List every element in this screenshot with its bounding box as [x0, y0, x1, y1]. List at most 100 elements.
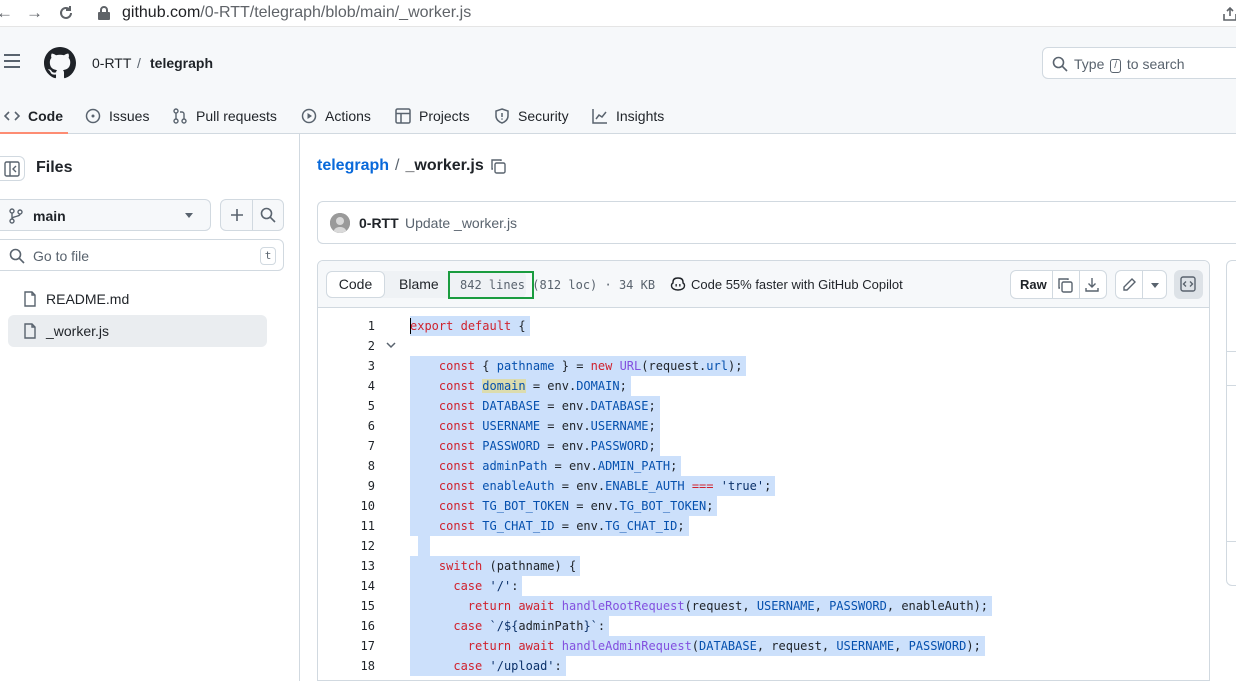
- tab-issues[interactable]: Issues: [85, 97, 149, 134]
- file-icon: [24, 323, 36, 339]
- annotation-highlight-box: [448, 271, 534, 299]
- fold-chevron-icon[interactable]: [386, 342, 396, 350]
- branch-selector[interactable]: main: [0, 199, 211, 231]
- file-tree-item-worker[interactable]: _worker.js: [8, 315, 267, 347]
- tab-code[interactable]: Code: [4, 97, 63, 134]
- branch-name: main: [33, 208, 66, 224]
- chevron-down-icon[interactable]: [1151, 283, 1159, 288]
- code-line: 9 const enableAuth = env.ENABLE_AUTH ===…: [318, 476, 1209, 496]
- code-lines[interactable]: 1export default { 2 async fetch(request,…: [318, 308, 1209, 680]
- code-line: 2 async fetch(request, env) {: [318, 336, 1209, 396]
- code-line: 13 switch (pathname) {: [318, 556, 1209, 576]
- breadcrumb-repo-link[interactable]: telegraph: [317, 157, 389, 175]
- repo-header: 0-RTT / telegraph Type / to search Code …: [0, 27, 1236, 134]
- code-line: 1 export default {: [318, 316, 1209, 336]
- search-icon: [1052, 56, 1068, 72]
- play-icon: [301, 108, 317, 123]
- code-icon: [4, 110, 20, 121]
- collapse-sidebar-button[interactable]: [0, 156, 25, 181]
- code-line: 4 const domain = env.DOMAIN;: [318, 376, 1209, 396]
- avatar[interactable]: [330, 213, 350, 233]
- code-square-icon: [1180, 276, 1196, 292]
- search-placeholder: Type / to search: [1074, 56, 1185, 73]
- code-line: 5 const DATABASE = env.DATABASE;: [318, 396, 1209, 416]
- code-line: 14 case '/':: [318, 576, 1209, 596]
- avatar-image-icon: [330, 213, 350, 233]
- plus-icon[interactable]: [229, 207, 245, 223]
- github-logo-icon[interactable]: [44, 47, 76, 79]
- symbols-panel-button[interactable]: [1174, 270, 1203, 299]
- file-tree-item-label: _worker.js: [46, 323, 110, 339]
- file-breadcrumb: telegraph / _worker.js: [317, 157, 506, 175]
- pull-request-icon: [173, 107, 187, 124]
- code-line: 8 const adminPath = env.ADMIN_PATH;: [318, 456, 1209, 476]
- code-line: 17 return await handleAdminRequest(DATAB…: [318, 636, 1209, 656]
- copy-path-icon[interactable]: [490, 158, 506, 174]
- breadcrumb-file-name: _worker.js: [405, 157, 484, 174]
- branch-icon: [9, 208, 23, 224]
- browser-address-bar: ← → github.com/0-RTT/telegraph/blob/main…: [0, 0, 1236, 27]
- search-icon[interactable]: [260, 207, 276, 223]
- chevron-down-icon: [185, 213, 193, 218]
- go-to-file-shortcut: t: [260, 247, 276, 265]
- menu-icon[interactable]: [4, 54, 20, 68]
- code-line: 11 const TG_CHAT_ID = env.TG_CHAT_ID;: [318, 516, 1209, 536]
- file-tree-item-readme[interactable]: README.md: [8, 283, 267, 315]
- code-line: 7 const PASSWORD = env.PASSWORD;: [318, 436, 1209, 456]
- issue-icon: [85, 108, 101, 123]
- shield-icon: [495, 107, 509, 124]
- file-actions-group: [220, 199, 284, 231]
- blame-view-button[interactable]: Blame: [399, 276, 439, 292]
- back-icon[interactable]: ←: [0, 3, 13, 23]
- share-icon[interactable]: [1222, 6, 1236, 22]
- copilot-promo[interactable]: Code 55% faster with GitHub Copilot: [670, 276, 903, 292]
- tab-insights[interactable]: Insights: [592, 97, 664, 134]
- code-view-button[interactable]: Code: [326, 271, 385, 298]
- pencil-icon[interactable]: [1121, 277, 1137, 293]
- file-viewer: Code Blame 842 lines (812 loc) · 34 KB C…: [317, 260, 1210, 681]
- lock-icon: [98, 6, 110, 20]
- code-line: 6 const USERNAME = env.USERNAME;: [318, 416, 1209, 436]
- copy-icon[interactable]: [1057, 277, 1073, 293]
- sidebar-title: Files: [36, 159, 73, 176]
- go-to-file-placeholder: Go to file: [33, 248, 90, 264]
- sidebar-collapse-icon: [4, 161, 20, 177]
- table-icon: [395, 107, 411, 124]
- code-line: 3 const { pathname } = new URL(request.u…: [318, 356, 1209, 376]
- right-side-panel: [1226, 260, 1236, 586]
- raw-button[interactable]: Raw: [1020, 277, 1047, 292]
- repo-nav-tabs: Code Issues Pull requests Actions Projec…: [0, 97, 1236, 134]
- copilot-icon: [670, 277, 686, 291]
- repo-owner-link[interactable]: 0-RTT: [92, 55, 131, 71]
- tab-actions[interactable]: Actions: [301, 97, 371, 134]
- go-to-file-input[interactable]: Go to file t: [0, 239, 284, 271]
- breadcrumb-separator: /: [395, 157, 400, 174]
- download-icon[interactable]: [1084, 277, 1100, 293]
- code-line: 12: [318, 536, 1209, 556]
- tab-pull-requests[interactable]: Pull requests: [172, 97, 277, 134]
- file-tree-item-label: README.md: [46, 291, 130, 307]
- commit-author[interactable]: 0-RTT: [359, 215, 399, 231]
- code-line: 15 return await handleRootRequest(reques…: [318, 596, 1209, 616]
- search-icon: [9, 248, 25, 264]
- text-cursor: [410, 318, 411, 334]
- repo-separator: /: [137, 55, 141, 71]
- search-input[interactable]: Type / to search: [1042, 47, 1236, 79]
- raw-actions-group: Raw: [1010, 270, 1107, 299]
- code-line: 10 const TG_BOT_TOKEN = env.TG_BOT_TOKEN…: [318, 496, 1209, 516]
- forward-icon[interactable]: →: [26, 3, 43, 23]
- edit-actions-group: [1115, 270, 1167, 299]
- file-toolbar: Code Blame 842 lines (812 loc) · 34 KB C…: [318, 261, 1209, 308]
- reload-icon[interactable]: [58, 5, 74, 21]
- file-tree-sidebar: Files main Go to file t README.md _worke…: [0, 134, 300, 681]
- code-line: 18 case '/upload':: [318, 656, 1209, 676]
- tab-security[interactable]: Security: [494, 97, 569, 134]
- url-field[interactable]: github.com/0-RTT/telegraph/blob/main/_wo…: [122, 4, 471, 22]
- file-icon: [24, 291, 36, 307]
- graph-icon: [592, 108, 607, 124]
- commit-message[interactable]: Update _worker.js: [405, 215, 517, 231]
- tab-projects[interactable]: Projects: [395, 97, 470, 134]
- code-line: 16 case `/${adminPath}`:: [318, 616, 1209, 636]
- latest-commit-bar: 0-RTT Update _worker.js: [317, 201, 1236, 244]
- repo-name-link[interactable]: telegraph: [150, 55, 213, 71]
